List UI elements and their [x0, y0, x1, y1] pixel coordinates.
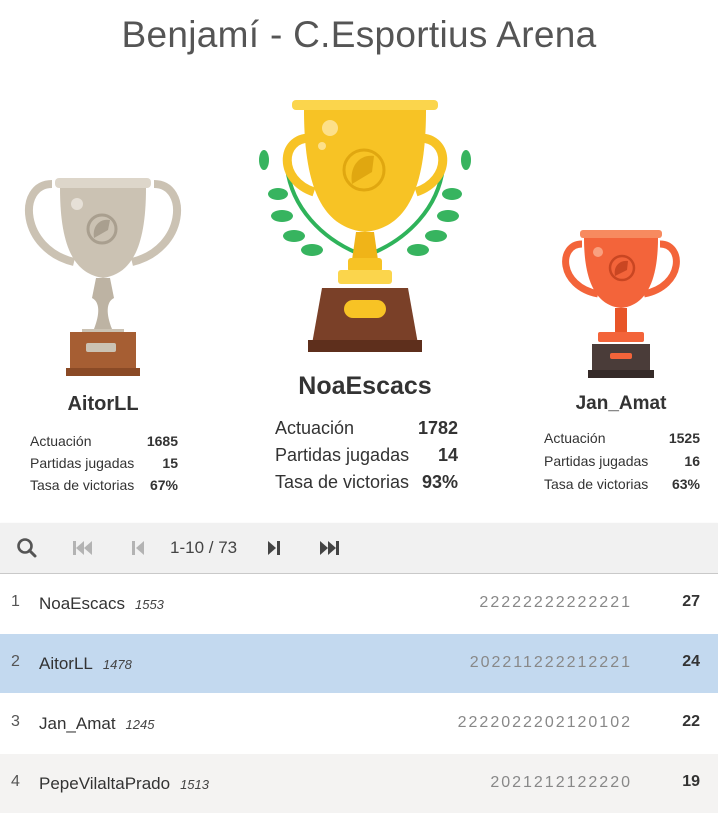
last-page-button[interactable] [316, 535, 342, 561]
first-page-button[interactable] [70, 535, 96, 561]
stat-row: Partidas jugadas 16 [544, 450, 700, 473]
podium-second-name: AitorLL [67, 393, 139, 415]
player-rating: 1245 [125, 717, 155, 732]
page-title: Benjamí - C.Esportius Arena [121, 14, 597, 55]
page-indicator: 1-10 / 73 [170, 538, 238, 557]
stat-label: Tasa de victorias [275, 472, 410, 492]
stat-row: Partidas jugadas 14 [275, 442, 458, 469]
results-sheet: 2021212122220 [490, 774, 632, 791]
podium-first-name: NoaEscacs [298, 372, 432, 400]
player-name[interactable]: PepeVilaltaPrado 1513 [39, 774, 209, 794]
stat-label: Tasa de victorias [30, 477, 135, 493]
player-name-text: NoaEscacs [39, 594, 125, 613]
search-icon [17, 538, 37, 558]
stat-value: 1685 [146, 433, 178, 449]
results-sheet: 22222222222221 [479, 594, 632, 611]
stat-row: Actuación 1685 [30, 430, 178, 452]
score: 22 [682, 713, 700, 730]
stat-row: Partidas jugadas 15 [30, 452, 178, 474]
table-row[interactable]: 1 NoaEscacs 1553 22222222222221 27 [0, 574, 718, 634]
podium-first-stats: Actuación 1782 Partidas jugadas 14 Tasa de… [275, 415, 458, 496]
score: 27 [682, 593, 700, 610]
bronze-trophy-icon [562, 230, 680, 378]
stat-row: Tasa de victorias 67% [30, 474, 178, 496]
stat-value: 1525 [668, 430, 700, 446]
results-sheet: 2222022202120102 [457, 714, 632, 731]
stat-row: Tasa de victorias 63% [544, 473, 700, 496]
stat-label: Partidas jugadas [544, 453, 649, 469]
podium-third-stats: Actuación 1525 Partidas jugadas 16 Tasa de… [544, 427, 700, 496]
table-row[interactable]: 4 PepeVilaltaPrado 1513 2021212122220 19 [0, 754, 718, 814]
player-rating: 1513 [180, 777, 209, 792]
stat-label: Partidas jugadas [30, 455, 135, 471]
stat-label: Actuación [30, 433, 92, 449]
pagination-toolbar: 1-10 / 73 [0, 523, 718, 574]
standings-table: 1 NoaEscacs 1553 22222222222221 27 2 Aito… [0, 574, 718, 814]
stat-value: 93% [421, 472, 458, 492]
previous-page-button[interactable] [126, 535, 152, 561]
rank: 3 [11, 713, 20, 730]
stat-value: 67% [149, 477, 178, 493]
next-page-button[interactable] [260, 535, 286, 561]
podium-third-name: Jan_Amat [575, 393, 667, 414]
player-name[interactable]: NoaEscacs 1553 [39, 594, 164, 614]
stat-label: Partidas jugadas [275, 445, 410, 465]
previous-icon [132, 541, 144, 555]
results-sheet: 202211222212221 [469, 654, 632, 671]
stat-label: Actuación [275, 418, 355, 438]
stat-value: 1782 [417, 418, 458, 438]
player-name-text: AitorLL [39, 654, 93, 673]
podium-second-stats: Actuación 1685 Partidas jugadas 15 Tasa de… [30, 430, 178, 496]
rank: 2 [11, 653, 20, 670]
next-icon [268, 541, 280, 555]
stat-label: Tasa de victorias [544, 476, 649, 492]
stat-row: Tasa de victorias 93% [275, 469, 458, 496]
stat-value: 14 [437, 445, 458, 465]
table-row[interactable]: 2 AitorLL 1478 202211222212221 24 [0, 634, 718, 694]
player-name-text: PepeVilaltaPrado [39, 774, 171, 793]
player-rating: 1478 [102, 657, 132, 672]
rank: 1 [11, 593, 20, 610]
skip-first-icon [73, 541, 92, 555]
rank: 4 [11, 773, 20, 790]
score: 24 [682, 653, 700, 670]
search-button[interactable] [14, 535, 40, 561]
player-name-text: Jan_Amat [39, 714, 116, 733]
gold-trophy-icon [259, 100, 471, 352]
stat-value: 63% [671, 476, 700, 492]
stat-row: Actuación 1782 [275, 415, 458, 442]
player-name[interactable]: AitorLL 1478 [39, 654, 132, 674]
silver-trophy-icon [25, 178, 181, 376]
stat-value: 15 [162, 455, 178, 471]
player-name[interactable]: Jan_Amat 1245 [39, 714, 154, 734]
stat-label: Actuación [544, 430, 606, 446]
score: 19 [682, 773, 700, 790]
skip-last-icon [320, 541, 339, 555]
stat-row: Actuación 1525 [544, 427, 700, 450]
table-row[interactable]: 3 Jan_Amat 1245 2222022202120102 22 [0, 694, 718, 754]
player-rating: 1553 [134, 597, 164, 612]
stat-value: 16 [684, 453, 700, 469]
